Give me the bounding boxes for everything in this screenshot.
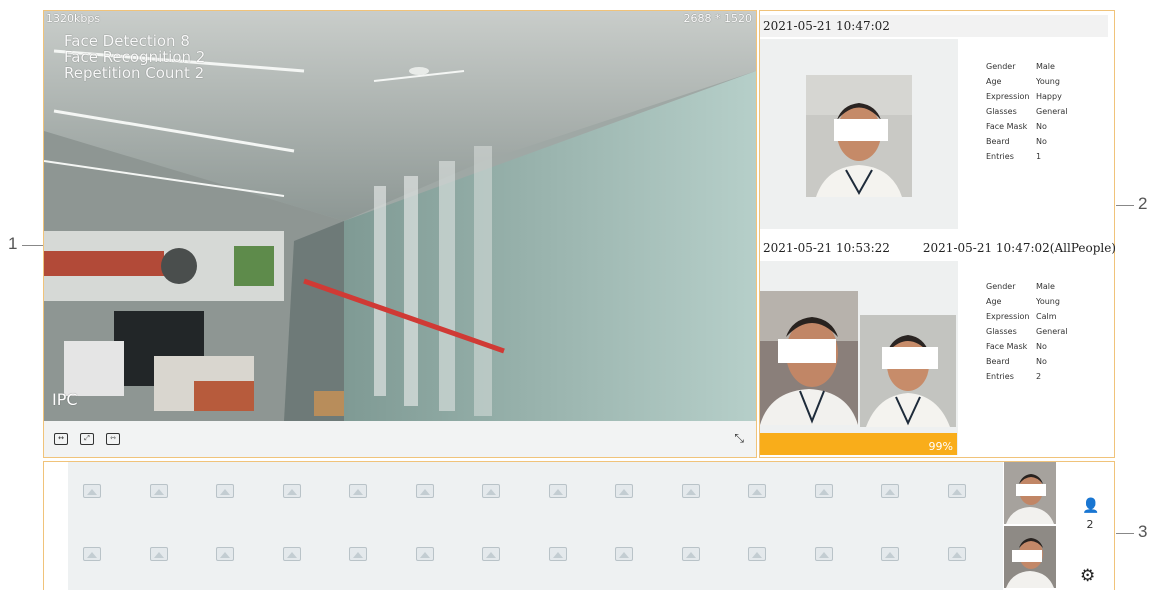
recent-face-thumbnail[interactable] bbox=[1004, 526, 1056, 588]
empty-thumbnail-icon bbox=[814, 547, 833, 561]
empty-thumbnail-icon bbox=[881, 547, 899, 561]
empty-thumbnail-icon bbox=[149, 484, 168, 498]
empty-thumbnail-icon bbox=[548, 484, 567, 498]
face-recognition-live-view: 1 2 3 1320kbps 2688 * 1520 Face Detectio… bbox=[0, 0, 1153, 590]
recognition-info-panel: 2021-05-21 10:47:02 Gender Male Age Young … bbox=[759, 10, 1116, 458]
similarity-value: 99% bbox=[928, 440, 953, 453]
library-face-image bbox=[860, 315, 956, 427]
captured-face-image bbox=[760, 291, 858, 425]
face-detection-count: Face Detection 8 bbox=[64, 32, 190, 50]
attribute-row: Age Young bbox=[986, 77, 1060, 86]
face-photo bbox=[860, 315, 956, 427]
gear-icon[interactable]: ⚙ bbox=[1080, 566, 1095, 586]
attribute-row: Beard No bbox=[986, 357, 1047, 366]
ratio-icon[interactable]: ⇿ bbox=[106, 433, 120, 445]
privacy-mask bbox=[1016, 484, 1046, 496]
video-toolbar: ↔ ⤢ ⇿ ⤡ bbox=[44, 421, 756, 457]
empty-thumbnail-icon bbox=[282, 484, 301, 498]
attribute-row: Glasses General bbox=[986, 327, 1068, 336]
snapshot-face-image bbox=[806, 75, 912, 197]
empty-thumbnail-icon bbox=[83, 484, 101, 498]
zoom-icon[interactable]: ⤢ bbox=[80, 433, 94, 445]
snapshot-timestamp: 2021-05-21 10:47:02 bbox=[763, 19, 890, 33]
attribute-row: Gender Male bbox=[986, 282, 1055, 291]
person-icon: 👤 bbox=[1082, 498, 1100, 514]
attribute-row: Face Mask No bbox=[986, 342, 1047, 351]
face-statistics-overlay: Face Detection 8 Face Recognition 2 Repe… bbox=[64, 33, 205, 81]
resolution-readout: 2688 * 1520 bbox=[683, 12, 752, 25]
attribute-row: Expression Calm bbox=[986, 312, 1057, 321]
empty-thumbnail-icon bbox=[349, 484, 367, 498]
empty-thumbnail-icon bbox=[149, 547, 168, 561]
capture-history-strip: 👤 2 ⚙ bbox=[43, 461, 1115, 590]
privacy-mask bbox=[778, 339, 836, 363]
face-recognition-count: Face Recognition 2 bbox=[64, 48, 206, 66]
empty-thumbnail-icon bbox=[947, 484, 966, 498]
callout-label-3: 3 bbox=[1138, 522, 1148, 541]
empty-thumbnail-icon bbox=[482, 547, 500, 561]
attribute-row: Age Young bbox=[986, 297, 1060, 306]
callout-line-1 bbox=[22, 245, 43, 246]
empty-thumbnail-icon bbox=[748, 547, 766, 561]
attribute-row: Entries 1 bbox=[986, 152, 1042, 161]
similarity-bar: 99% bbox=[760, 433, 957, 455]
attribute-row: Entries 2 bbox=[986, 372, 1042, 381]
stretch-icon[interactable]: ↔ bbox=[54, 433, 68, 445]
snapshot-timestamp-bar: 2021-05-21 10:47:02 bbox=[760, 15, 1108, 37]
empty-thumbnail-icon bbox=[349, 547, 367, 561]
snapshot-attributes: Gender Male Age Young Expression Happy Glas… bbox=[986, 59, 1068, 164]
match-attributes: Gender Male Age Young Expression Calm Glass… bbox=[986, 279, 1068, 384]
empty-thumbnail-icon bbox=[83, 547, 101, 561]
people-count: 2 bbox=[1086, 518, 1094, 531]
library-timestamp: 2021-05-21 10:47:02(AllPeople) bbox=[922, 241, 1116, 255]
empty-thumbnail-icon bbox=[548, 547, 567, 561]
attribute-row: Gender Male bbox=[986, 62, 1055, 71]
empty-thumbnail-icon bbox=[415, 547, 434, 561]
fullscreen-icon[interactable]: ⤡ bbox=[734, 431, 744, 446]
empty-thumbnail-icon bbox=[615, 484, 633, 498]
match-timestamp-bar: 2021-05-21 10:53:22 2021-05-21 10:47:02(… bbox=[760, 237, 1116, 259]
recent-face-thumbnail[interactable] bbox=[1004, 462, 1056, 524]
empty-thumbnail-icon bbox=[748, 484, 766, 498]
empty-thumbnail-icon bbox=[881, 484, 899, 498]
empty-thumbnail-icon bbox=[814, 484, 833, 498]
callout-label-1: 1 bbox=[8, 234, 18, 253]
empty-thumbnail-icon bbox=[415, 484, 434, 498]
privacy-mask bbox=[882, 347, 938, 369]
empty-thumbnail-grid bbox=[68, 462, 1003, 590]
callout-line-3 bbox=[1116, 533, 1134, 534]
attribute-row: Expression Happy bbox=[986, 92, 1062, 101]
callout-label-2: 2 bbox=[1138, 194, 1148, 213]
empty-thumbnail-icon bbox=[482, 484, 500, 498]
live-video[interactable]: 1320kbps 2688 * 1520 Face Detection 8 Fa… bbox=[44, 11, 756, 421]
callout-line-2 bbox=[1116, 205, 1134, 206]
empty-thumbnail-icon bbox=[282, 547, 301, 561]
empty-thumbnail-icon bbox=[615, 547, 633, 561]
live-video-panel: 1320kbps 2688 * 1520 Face Detection 8 Fa… bbox=[43, 10, 757, 458]
bitrate-readout: 1320kbps bbox=[46, 12, 101, 25]
match-face-box[interactable] bbox=[760, 261, 958, 455]
empty-thumbnail-icon bbox=[947, 547, 966, 561]
privacy-mask bbox=[834, 119, 888, 141]
attribute-row: Beard No bbox=[986, 137, 1047, 146]
privacy-mask bbox=[1012, 550, 1042, 562]
empty-thumbnail-icon bbox=[216, 547, 234, 561]
repetition-count: Repetition Count 2 bbox=[64, 64, 205, 82]
attribute-row: Glasses General bbox=[986, 107, 1068, 116]
empty-thumbnail-icon bbox=[216, 484, 234, 498]
attribute-row: Face Mask No bbox=[986, 122, 1047, 131]
snapshot-face-box[interactable] bbox=[760, 39, 958, 229]
empty-thumbnail-icon bbox=[681, 484, 700, 498]
empty-thumbnail-icon bbox=[681, 547, 700, 561]
channel-label: IPC bbox=[52, 390, 78, 409]
capture-timestamp: 2021-05-21 10:53:22 bbox=[763, 241, 890, 255]
